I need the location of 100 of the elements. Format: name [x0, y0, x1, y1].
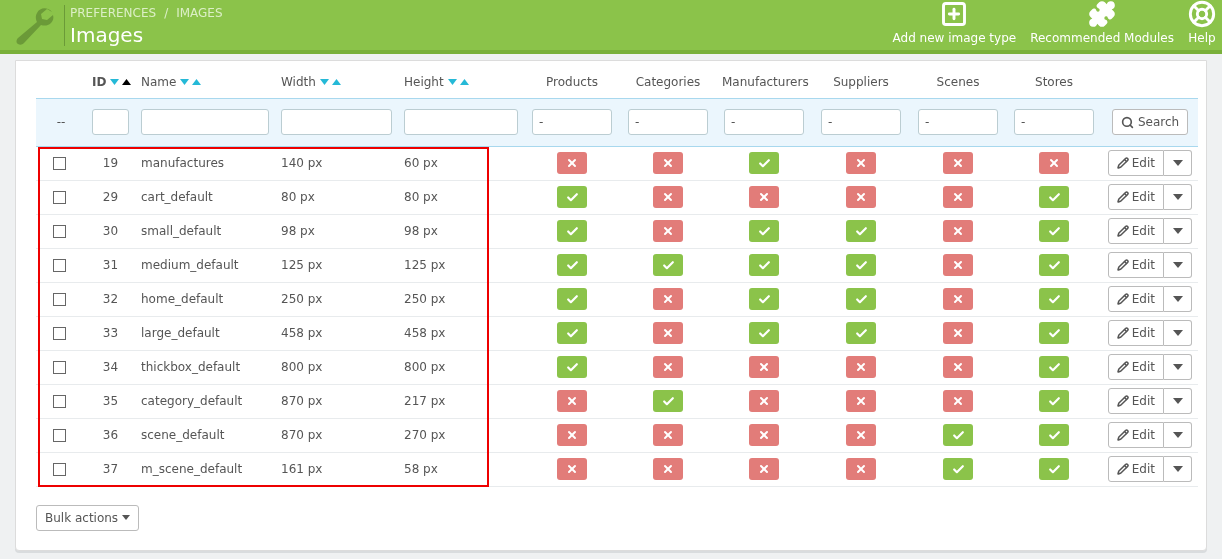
enabled-status-icon[interactable] [943, 424, 973, 446]
pencil-icon [1116, 361, 1129, 373]
edit-button[interactable]: Edit [1107, 388, 1164, 414]
enabled-status-icon[interactable] [846, 254, 876, 276]
row-checkbox[interactable] [53, 156, 66, 170]
dropdown-toggle[interactable] [1164, 456, 1192, 482]
page-title: Images [70, 22, 145, 49]
bulk-actions-button[interactable]: Bulk actions [36, 504, 140, 531]
enabled-status-icon[interactable] [846, 220, 876, 242]
table-cell: medium_default [141, 258, 239, 272]
enabled-status-icon[interactable] [846, 288, 876, 310]
caret-icon [122, 515, 131, 520]
dropdown-toggle[interactable] [1164, 184, 1192, 210]
table-cell: large_default [141, 326, 220, 340]
pencil-icon [1116, 225, 1129, 237]
filter-dropdown[interactable]: - [724, 109, 804, 135]
row-checkbox[interactable] [53, 258, 66, 272]
caret-icon [1172, 296, 1183, 302]
filter-reset: -- [56, 115, 66, 129]
filter-dropdown[interactable]: - [1014, 109, 1094, 135]
dropdown-toggle[interactable] [1164, 218, 1192, 244]
sort-arrows-icon[interactable] [110, 78, 133, 87]
caret-icon [1172, 466, 1183, 472]
edit-button[interactable]: Edit [1107, 150, 1164, 176]
table-cell: 29 [102, 190, 119, 204]
dropdown-toggle[interactable] [1164, 286, 1192, 312]
table-cell: 250 px [404, 292, 446, 306]
column-header: Height [404, 74, 444, 89]
enabled-status-icon[interactable] [749, 152, 779, 174]
table-cell: 458 px [281, 326, 323, 340]
enabled-status-icon[interactable] [749, 220, 779, 242]
filter-field[interactable] [404, 109, 518, 135]
filter-dropdown[interactable]: - [532, 109, 612, 135]
filter-field[interactable] [141, 109, 269, 135]
table-cell: 870 px [281, 394, 323, 408]
table-cell: 217 px [404, 394, 446, 408]
table-cell: 800 px [404, 360, 446, 374]
breadcrumb-separator: / [164, 5, 169, 21]
dropdown-toggle[interactable] [1164, 150, 1192, 176]
edit-button[interactable]: Edit [1107, 320, 1164, 346]
table-cell: manufactures [141, 156, 225, 170]
enabled-status-icon[interactable] [1039, 458, 1069, 480]
edit-button[interactable]: Edit [1107, 354, 1164, 380]
enabled-status-icon[interactable] [557, 288, 587, 310]
pencil-icon [1116, 429, 1129, 441]
edit-button[interactable]: Edit [1107, 456, 1164, 482]
filter-dropdown[interactable]: - [918, 109, 998, 135]
enabled-status-icon[interactable] [846, 322, 876, 344]
filter-dropdown[interactable]: - [821, 109, 901, 135]
row-checkbox[interactable] [53, 428, 66, 442]
enabled-status-icon[interactable] [653, 254, 683, 276]
column-header: Manufacturers [722, 74, 809, 89]
row-checkbox[interactable] [53, 224, 66, 238]
row-checkbox[interactable] [53, 326, 66, 340]
caret-icon [1172, 160, 1183, 166]
search-button[interactable]: Search [1111, 109, 1189, 135]
edit-button[interactable]: Edit [1107, 422, 1164, 448]
enabled-status-icon[interactable] [749, 288, 779, 310]
enabled-status-icon[interactable] [1039, 356, 1069, 378]
enabled-status-icon[interactable] [1039, 220, 1069, 242]
pencil-icon [1116, 327, 1129, 339]
row-checkbox[interactable] [53, 360, 66, 374]
dropdown-toggle[interactable] [1164, 388, 1192, 414]
row-checkbox[interactable] [53, 190, 66, 204]
enabled-status-icon[interactable] [943, 458, 973, 480]
table-cell: 98 px [404, 224, 438, 238]
dropdown-toggle[interactable] [1164, 354, 1192, 380]
filter-dropdown[interactable]: - [628, 109, 708, 135]
enabled-status-icon[interactable] [749, 254, 779, 276]
edit-button[interactable]: Edit [1107, 184, 1164, 210]
enabled-status-icon[interactable] [653, 390, 683, 412]
enabled-status-icon[interactable] [557, 356, 587, 378]
enabled-status-icon[interactable] [1039, 288, 1069, 310]
row-checkbox[interactable] [53, 292, 66, 306]
table-cell: thickbox_default [141, 360, 241, 374]
edit-button[interactable]: Edit [1107, 252, 1164, 278]
row-checkbox[interactable] [53, 394, 66, 408]
caret-icon [1172, 228, 1183, 234]
edit-button[interactable]: Edit [1107, 286, 1164, 312]
table-cell: 31 [102, 258, 119, 272]
table-cell: 161 px [281, 462, 323, 476]
enabled-status-icon[interactable] [557, 322, 587, 344]
enabled-status-icon[interactable] [557, 254, 587, 276]
filter-field[interactable] [92, 109, 129, 135]
dropdown-toggle[interactable] [1164, 252, 1192, 278]
enabled-status-icon[interactable] [557, 186, 587, 208]
enabled-status-icon[interactable] [1039, 390, 1069, 412]
enabled-status-icon[interactable] [1039, 186, 1069, 208]
pencil-icon [1116, 191, 1129, 203]
column-header: Products [546, 74, 598, 89]
enabled-status-icon[interactable] [1039, 254, 1069, 276]
enabled-status-icon[interactable] [557, 220, 587, 242]
row-checkbox[interactable] [53, 462, 66, 476]
enabled-status-icon[interactable] [1039, 322, 1069, 344]
dropdown-toggle[interactable] [1164, 320, 1192, 346]
filter-field[interactable] [281, 109, 392, 135]
dropdown-toggle[interactable] [1164, 422, 1192, 448]
edit-button[interactable]: Edit [1107, 218, 1164, 244]
enabled-status-icon[interactable] [749, 322, 779, 344]
enabled-status-icon[interactable] [1039, 424, 1069, 446]
